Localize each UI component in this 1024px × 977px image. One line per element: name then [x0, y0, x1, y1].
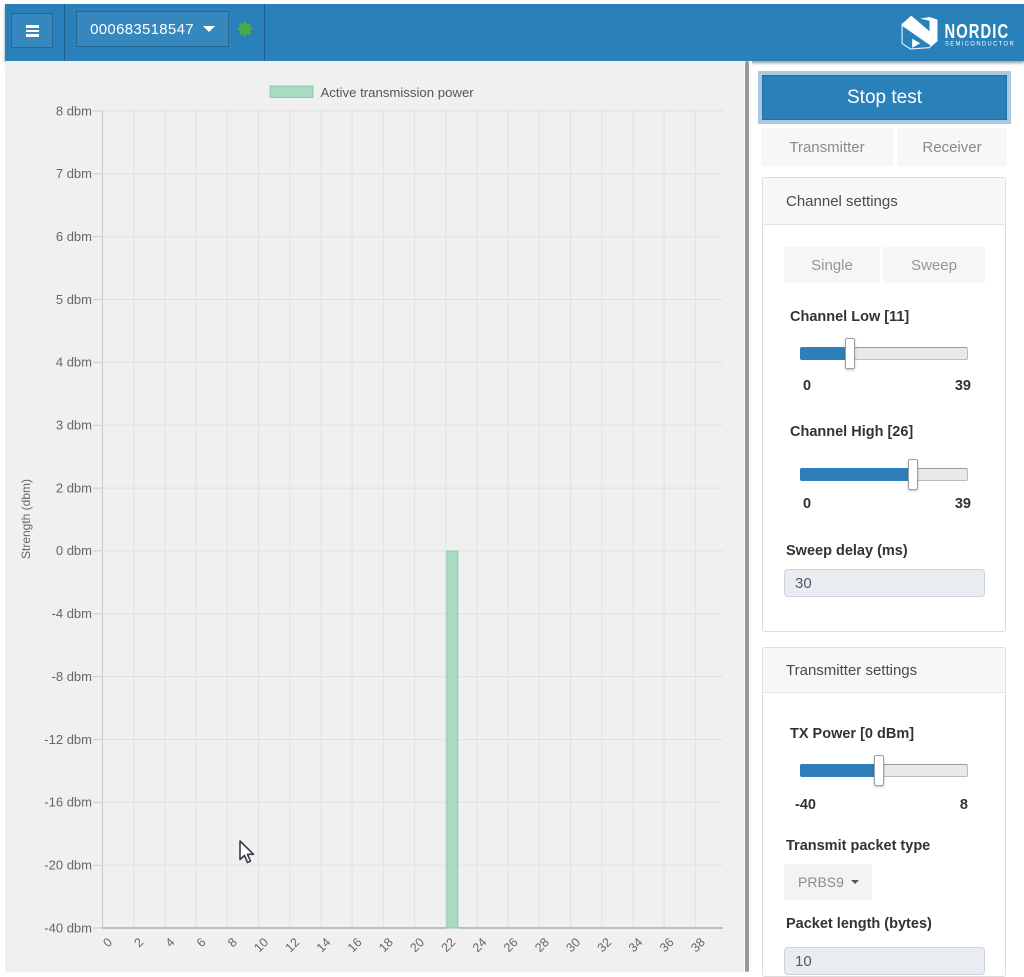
svg-text:SEMICONDUCTOR: SEMICONDUCTOR — [945, 41, 1015, 47]
svg-text:4 dbm: 4 dbm — [56, 355, 92, 370]
svg-text:-12 dbm: -12 dbm — [44, 732, 92, 747]
svg-text:-8 dbm: -8 dbm — [52, 669, 92, 684]
svg-text:38: 38 — [688, 935, 708, 955]
svg-text:10: 10 — [251, 935, 271, 955]
svg-text:20: 20 — [407, 935, 427, 955]
svg-text:-20 dbm: -20 dbm — [44, 858, 92, 873]
svg-text:4: 4 — [163, 935, 178, 950]
svg-text:34: 34 — [626, 935, 646, 955]
svg-text:-40 dbm: -40 dbm — [44, 920, 92, 935]
svg-text:12: 12 — [283, 935, 303, 955]
svg-text:14: 14 — [314, 935, 334, 955]
svg-text:5 dbm: 5 dbm — [56, 292, 92, 307]
svg-text:8 dbm: 8 dbm — [56, 103, 92, 118]
svg-text:3 dbm: 3 dbm — [56, 418, 92, 433]
svg-text:Active transmission power: Active transmission power — [321, 85, 475, 100]
svg-text:8: 8 — [225, 935, 240, 950]
svg-text:24: 24 — [470, 935, 490, 955]
svg-text:-16 dbm: -16 dbm — [44, 795, 92, 810]
svg-text:0 dbm: 0 dbm — [56, 543, 92, 558]
svg-text:NORDIC: NORDIC — [945, 19, 1010, 42]
svg-text:-4 dbm: -4 dbm — [52, 606, 92, 621]
svg-text:Strength (dbm): Strength (dbm) — [19, 479, 33, 559]
svg-text:30: 30 — [563, 935, 583, 955]
svg-text:6: 6 — [194, 935, 209, 950]
svg-text:22: 22 — [439, 935, 459, 955]
svg-text:2: 2 — [132, 935, 147, 950]
svg-text:26: 26 — [501, 935, 521, 955]
svg-text:18: 18 — [376, 935, 396, 955]
svg-text:16: 16 — [345, 935, 365, 955]
svg-text:6 dbm: 6 dbm — [56, 229, 92, 244]
svg-text:28: 28 — [532, 935, 552, 955]
svg-text:7 dbm: 7 dbm — [56, 166, 92, 181]
svg-text:32: 32 — [595, 935, 615, 955]
svg-text:36: 36 — [657, 935, 677, 955]
svg-text:2 dbm: 2 dbm — [56, 480, 92, 495]
svg-text:0: 0 — [100, 935, 115, 950]
